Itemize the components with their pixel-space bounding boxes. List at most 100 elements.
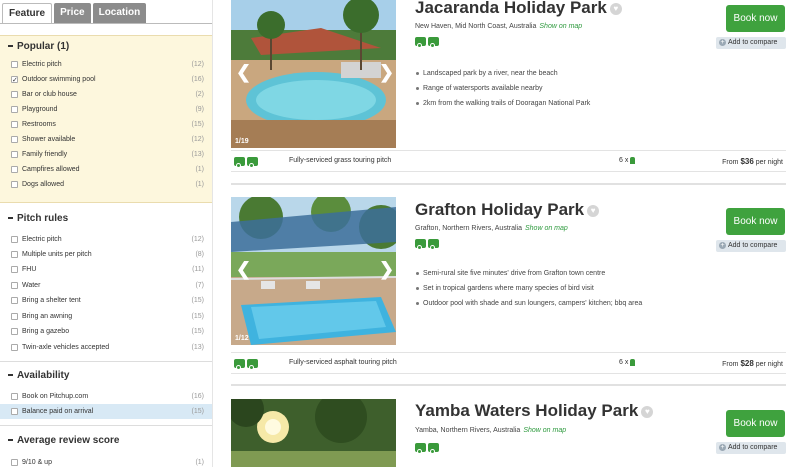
feature-item: Semi-rural site five minutes' drive from… (415, 266, 642, 281)
checkbox[interactable] (11, 459, 18, 466)
checkbox[interactable] (11, 266, 18, 273)
filter-option-label: Bring a gazebo (22, 328, 70, 335)
filter-option-label: Shower available (22, 136, 76, 143)
filter-option[interactable]: Balance paid on arrival (15) (0, 404, 212, 419)
location-text: Yamba, Northern Rivers, Australia (415, 427, 521, 434)
filter-option-count: (13) (191, 151, 204, 158)
pitch-row[interactable]: Fully-serviced grass touring pitch 6 x F… (231, 150, 786, 172)
prev-photo-icon[interactable]: ❮ (236, 62, 251, 83)
filter-option[interactable]: Outdoor swimming pool (16) (0, 72, 212, 88)
prev-photo-icon[interactable]: ❮ (236, 259, 251, 280)
checkbox[interactable] (11, 282, 18, 289)
book-now-button[interactable]: Book now (726, 5, 785, 32)
heart-icon[interactable]: ♥ (641, 405, 654, 418)
tab-feature[interactable]: Feature (2, 3, 53, 23)
filter-option[interactable]: Playground (9) (0, 102, 212, 117)
occupancy-text: 6 x (619, 157, 629, 164)
checkbox[interactable] (11, 106, 18, 113)
feature-item: Landscaped park by a river, near the bea… (415, 66, 590, 81)
next-photo-icon[interactable]: ❯ (379, 62, 394, 83)
popular-section: Popular (1) Electric pitch (12) Outdoor s… (0, 35, 212, 203)
add-to-compare-button[interactable]: Add to compare (716, 37, 786, 49)
price-prefix: From (722, 159, 739, 166)
filter-option[interactable]: Water (7) (0, 278, 212, 293)
heart-icon[interactable]: ♥ (609, 2, 622, 15)
filter-option[interactable]: Twin-axle vehicles accepted (13) (0, 340, 212, 355)
filter-option-label: Restrooms (22, 121, 56, 128)
checkbox[interactable] (11, 91, 18, 98)
checkbox[interactable] (11, 136, 18, 143)
pitch-vehicle-icons (234, 157, 258, 168)
listing-name[interactable]: Yamba Waters Holiday Park ♥ (415, 401, 654, 421)
pool-photo (231, 0, 396, 148)
checkbox[interactable] (11, 121, 18, 128)
filter-option[interactable]: Bar or club house (2) (0, 87, 212, 102)
checkbox[interactable] (11, 393, 18, 400)
location-text: Grafton, Northern Rivers, Australia (415, 225, 522, 232)
listing-name-text: Jacaranda Holiday Park (415, 0, 607, 17)
add-to-compare-button[interactable]: Add to compare (716, 240, 786, 252)
filter-option[interactable]: Bring a shelter tent (15) (0, 293, 212, 308)
add-to-compare-button[interactable]: Add to compare (716, 442, 786, 454)
review-title[interactable]: Average review score (0, 433, 212, 449)
filter-option[interactable]: Family friendly (13) (0, 147, 212, 162)
listing-name[interactable]: Jacaranda Holiday Park ♥ (415, 0, 622, 18)
show-on-map-link[interactable]: Show on map (525, 225, 568, 232)
popular-title[interactable]: Popular (1) (0, 39, 212, 55)
filter-option[interactable]: Multiple units per pitch (8) (0, 247, 212, 262)
next-photo-icon[interactable]: ❯ (379, 259, 394, 280)
filter-option-label: Campfires allowed (22, 166, 80, 173)
checkbox[interactable] (11, 61, 18, 68)
price-value: $36 (740, 157, 754, 166)
campervan-icon (415, 37, 426, 48)
checkbox[interactable] (11, 181, 18, 188)
filter-option[interactable]: Restrooms (15) (0, 117, 212, 132)
filter-option-label: Book on Pitchup.com (22, 393, 89, 400)
book-now-button[interactable]: Book now (726, 410, 785, 437)
listing-photo[interactable] (231, 399, 396, 467)
checkbox[interactable] (11, 236, 18, 243)
listing-name[interactable]: Grafton Holiday Park ♥ (415, 200, 600, 220)
checkbox[interactable] (11, 166, 18, 173)
book-now-button[interactable]: Book now (726, 208, 785, 235)
filter-option-count: (12) (191, 236, 204, 243)
filter-option[interactable]: Electric pitch (12) (0, 57, 212, 72)
collapse-icon (8, 45, 13, 48)
vehicle-types (415, 239, 439, 250)
heart-icon[interactable]: ♥ (587, 204, 600, 217)
pitch-rules-title[interactable]: Pitch rules (0, 211, 212, 227)
filter-option[interactable]: Shower available (12) (0, 132, 212, 147)
show-on-map-link[interactable]: Show on map (539, 23, 582, 30)
filter-option[interactable]: Book on Pitchup.com (16) (0, 389, 212, 404)
filter-option[interactable]: Bring a gazebo (15) (0, 324, 212, 339)
checkbox[interactable] (11, 151, 18, 158)
tab-price[interactable]: Price (54, 3, 91, 23)
checkbox[interactable] (11, 408, 18, 415)
filter-option-label: Twin-axle vehicles accepted (22, 344, 110, 351)
tab-location[interactable]: Location (92, 3, 147, 23)
pool-photo (231, 197, 396, 345)
checkbox[interactable] (11, 328, 18, 335)
listing-location: Yamba, Northern Rivers, Australia Show on… (415, 427, 566, 434)
pitch-row[interactable]: Fully-serviced asphalt touring pitch 6 x… (231, 352, 786, 374)
checkbox[interactable] (11, 297, 18, 304)
filter-option[interactable]: Dogs allowed (1) (0, 177, 212, 192)
availability-title[interactable]: Availability (0, 368, 212, 384)
filter-option-count: (8) (195, 251, 204, 258)
filter-option-count: (9) (195, 106, 204, 113)
filter-option[interactable]: FHU (11) (0, 262, 212, 277)
pitch-vehicle-icons (234, 359, 258, 370)
checkbox[interactable] (11, 313, 18, 320)
filter-option-label: Multiple units per pitch (22, 251, 92, 258)
checkbox[interactable] (11, 251, 18, 258)
listing-name-text: Yamba Waters Holiday Park (415, 401, 639, 420)
filter-option[interactable]: Bring an awning (15) (0, 309, 212, 324)
filter-option[interactable]: 9/10 & up (1) (0, 455, 212, 467)
listing-photo[interactable]: ❮ ❯ 1/12 (231, 197, 396, 345)
show-on-map-link[interactable]: Show on map (523, 427, 566, 434)
filter-option[interactable]: Campfires allowed (1) (0, 162, 212, 177)
filter-option[interactable]: Electric pitch (12) (0, 232, 212, 247)
checkbox[interactable] (11, 344, 18, 351)
listing-photo[interactable]: ❮ ❯ 1/19 (231, 0, 396, 148)
checkbox[interactable] (11, 73, 18, 88)
